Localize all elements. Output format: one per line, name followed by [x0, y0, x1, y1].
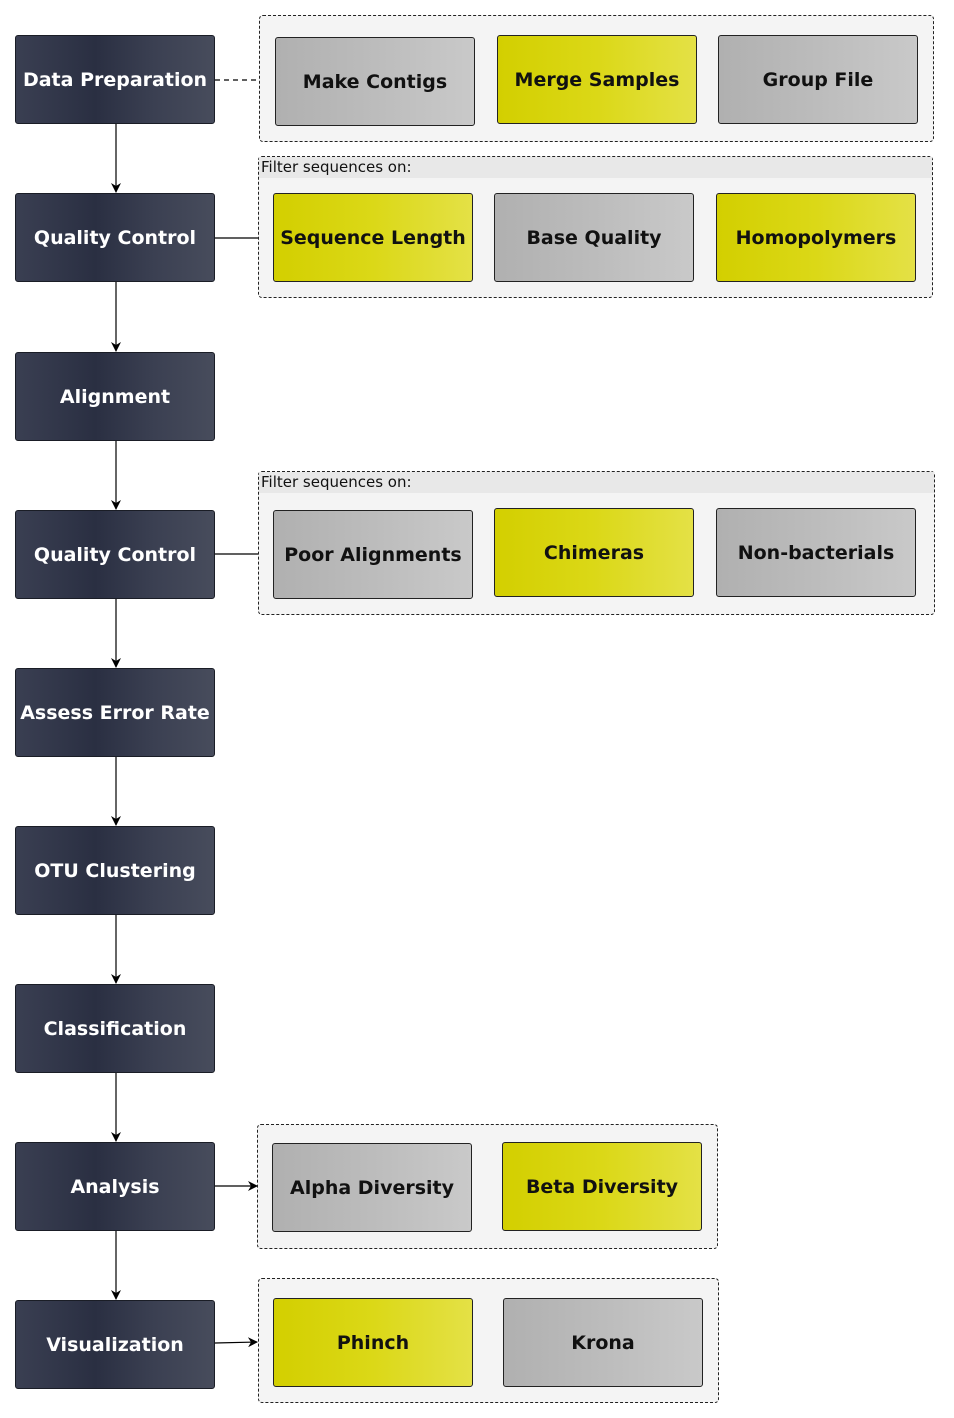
step-data-preparation[interactable]: Data Preparation	[15, 35, 215, 124]
step-otu-clustering[interactable]: OTU Clustering	[15, 826, 215, 915]
node-alpha-diversity[interactable]: Alpha Diversity	[272, 1143, 472, 1232]
node-make-contigs[interactable]: Make Contigs	[275, 37, 475, 126]
node-krona[interactable]: Krona	[503, 1298, 703, 1387]
node-beta-diversity[interactable]: Beta Diversity	[502, 1142, 702, 1231]
step-quality-control-2[interactable]: Quality Control	[15, 510, 215, 599]
step-assess-error-rate[interactable]: Assess Error Rate	[15, 668, 215, 757]
node-homopolymers[interactable]: Homopolymers	[716, 193, 916, 282]
node-merge-samples[interactable]: Merge Samples	[497, 35, 697, 124]
workflow-diagram: Data Preparation Quality Control Alignme…	[0, 0, 954, 1418]
step-visualization[interactable]: Visualization	[15, 1300, 215, 1389]
step-analysis[interactable]: Analysis	[15, 1142, 215, 1231]
group-label: Filter sequences on:	[259, 157, 932, 178]
node-poor-alignments[interactable]: Poor Alignments	[273, 510, 473, 599]
arrow	[214, 1337, 258, 1348]
group-label: Filter sequences on:	[259, 472, 934, 493]
node-phinch[interactable]: Phinch	[273, 1298, 473, 1387]
node-sequence-length[interactable]: Sequence Length	[273, 193, 473, 282]
node-group-file[interactable]: Group File	[718, 35, 918, 124]
step-classification[interactable]: Classification	[15, 984, 215, 1073]
step-quality-control[interactable]: Quality Control	[15, 193, 215, 282]
node-base-quality[interactable]: Base Quality	[494, 193, 694, 282]
node-non-bacterials[interactable]: Non-bacterials	[716, 508, 916, 597]
step-alignment[interactable]: Alignment	[15, 352, 215, 441]
node-chimeras[interactable]: Chimeras	[494, 508, 694, 597]
